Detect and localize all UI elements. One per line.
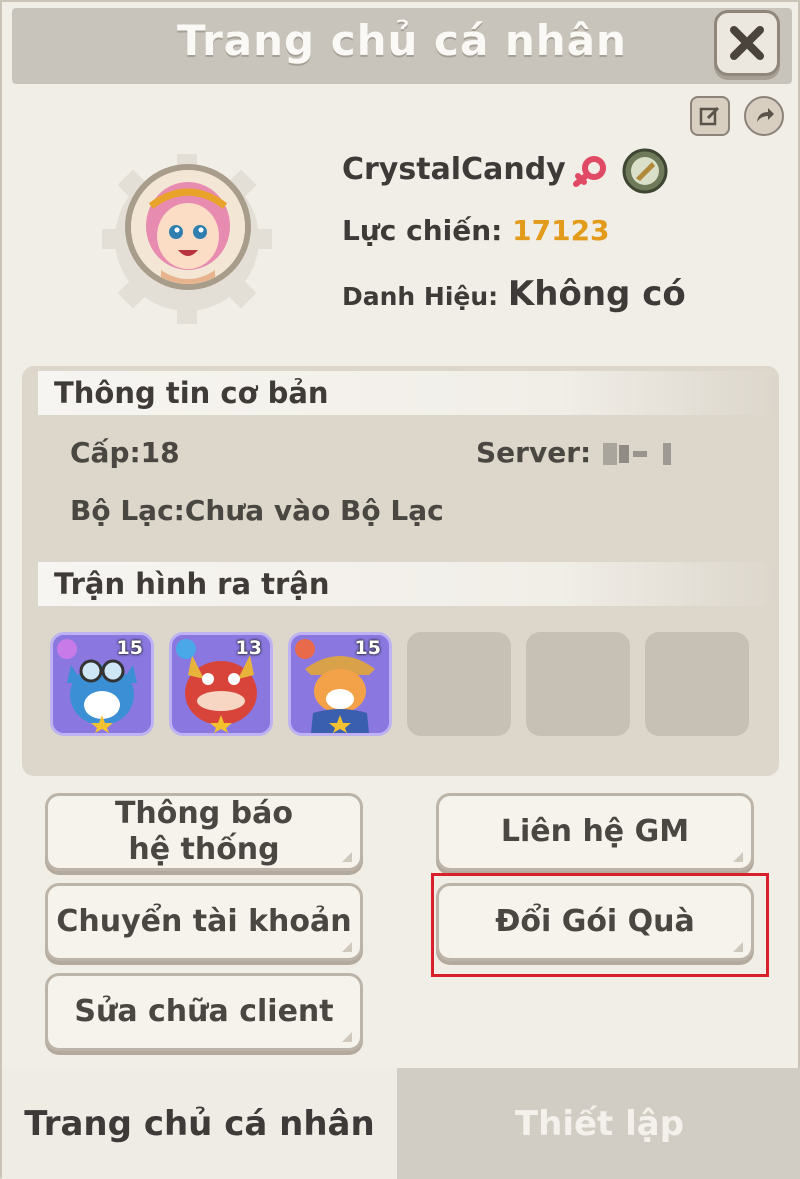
hero-slot-empty-5[interactable] [526,632,630,736]
corner-decoration [342,852,352,862]
server-info: Server: [476,436,681,469]
tab-personal-home-label: Trang chủ cá nhân [24,1103,375,1144]
profile-panel: Trang chủ cá nhân CrystalCandy Lực chiến… [0,0,800,1179]
redacted-server-icon [602,443,671,465]
close-icon [730,26,764,60]
lineup-heading: Trận hình ra trận [38,562,778,606]
combat-power: Lực chiến: 17123 [342,214,610,247]
title-label: Danh Hiệu: [342,282,499,311]
corner-decoration [342,1032,352,1042]
female-gender-icon [573,156,606,187]
combat-power-value: 17123 [512,214,610,247]
player-portrait-icon [131,170,245,284]
player-title: Danh Hiệu: Không có [342,274,686,314]
tab-settings[interactable]: Thiết lập [397,1068,800,1179]
player-level: Cấp:18 [70,436,180,469]
window-title: Trang chủ cá nhân [177,16,627,65]
title-bar: Trang chủ cá nhân [12,8,792,84]
highlight-box [431,873,769,977]
edit-profile-button[interactable] [690,96,730,136]
hero-slot-empty-6[interactable] [645,632,749,736]
contact-gm-label: Liên hệ GM [500,814,690,849]
corner-decoration [733,852,743,862]
hero-level: 13 [235,637,262,659]
corner-decoration [342,942,352,952]
avatar-area [82,152,292,324]
share-icon [757,108,774,122]
contact-gm-button[interactable]: Liên hệ GM [436,793,754,871]
hero-level: 15 [354,637,381,659]
title-value: Không có [507,274,686,314]
switch-account-button[interactable]: Chuyển tài khoản [45,883,363,961]
hero-slot-3[interactable]: 15 [288,632,392,736]
hero-slot-1[interactable]: 15 [50,632,154,736]
tab-personal-home[interactable]: Trang chủ cá nhân [2,1068,397,1179]
player-name: CrystalCandy [342,152,566,187]
server-label: Server: [476,436,592,469]
system-notice-label: Thông báo hệ thống [114,796,294,867]
edit-icon [699,106,720,126]
tribe-info: Bộ Lạc:Chưa vào Bộ Lạc [70,494,444,527]
repair-client-label: Sửa chữa client [74,994,334,1029]
close-button[interactable] [714,10,780,76]
rank-medal-icon[interactable] [622,148,668,194]
share-button[interactable] [744,96,784,136]
system-notice-button[interactable]: Thông báo hệ thống [45,793,363,871]
tab-settings-label: Thiết lập [514,1103,685,1144]
repair-client-button[interactable]: Sửa chữa client [45,973,363,1051]
combat-power-label: Lực chiến: [342,214,503,247]
hero-level: 15 [116,637,143,659]
hero-slot-empty-4[interactable] [407,632,511,736]
avatar[interactable] [125,164,251,290]
switch-account-label: Chuyển tài khoản [56,904,352,939]
basic-info-heading: Thông tin cơ bản [38,371,778,415]
hero-slot-2[interactable]: 13 [169,632,273,736]
